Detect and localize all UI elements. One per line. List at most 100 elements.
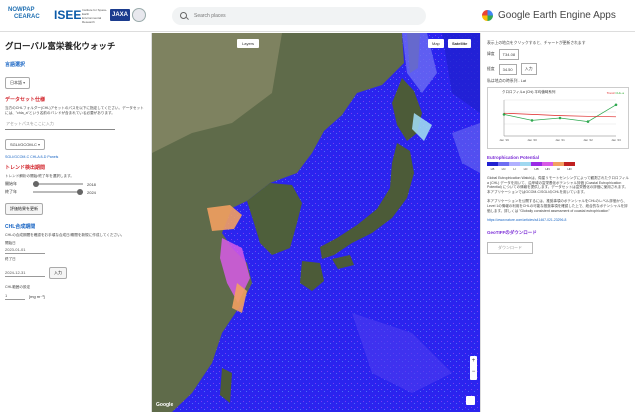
zoom-out-button[interactable]: − (470, 367, 477, 378)
fullscreen-button[interactable] (466, 396, 475, 405)
logo-nowpap-text: NOWPAP (8, 7, 35, 13)
geotiff-download-title: GeoTIFFのダウンロード (487, 230, 537, 236)
legend-label-LI: LI (513, 167, 516, 171)
chart-point (586, 120, 590, 123)
dataset-description: 当方のCHLフォルダー(CHL)アセットのパスを以下に指定してください。データセ… (5, 106, 144, 115)
chart-legend: Trend CHL-a (607, 91, 624, 95)
nowpap-cearac-logo[interactable]: NOWPAP CEARAC (8, 7, 48, 23)
legend-color-HN (542, 162, 553, 166)
eutrophication-legend-colors (487, 162, 629, 166)
end-date-label: 終了日 (5, 257, 16, 261)
jaxa-logo[interactable]: JAXA (110, 9, 130, 21)
end-date-input[interactable]: 2024-12-31 (5, 269, 45, 277)
legend-label-HB: HB (534, 167, 539, 171)
chl-threshold-input[interactable]: 1 (5, 292, 25, 300)
trend-description: トレンド解析の開始/終了年を選択します。 (5, 174, 74, 178)
chl-timeseries-chart: クロロフィルa (Chl) 平均値時系列 Trend CHL-a Jan '19… (487, 87, 629, 149)
lon-input[interactable]: 34.50 (498, 63, 517, 75)
legend-label-HI: HI (557, 167, 560, 171)
chart-x-tick-label: Jan '23 (611, 138, 621, 142)
chart-point (530, 119, 534, 122)
trend-section-title: トレンド検出期間 (5, 165, 46, 171)
start-date-input[interactable]: 2023-01-01 (5, 246, 45, 254)
description-paragraph-1: Global Eutrophication Watchは、衛星リモートセンシング… (487, 176, 629, 194)
lat-input[interactable]: T34.08 (498, 49, 520, 60)
right-panel: 表示上の地点をクリックすると、チャートが更新されます 緯度 T34.08 経度 … (480, 33, 635, 412)
slider-knob[interactable] (77, 189, 83, 195)
chart-plot: Jan '19 Jan '20 Jan '21 Jan '22 Jan '23 (499, 99, 621, 142)
apply-button[interactable]: 入力 (520, 63, 537, 75)
legend-label-LN: LN (501, 167, 506, 171)
language-select[interactable]: 日本語 (5, 77, 31, 89)
slider-knob[interactable] (33, 181, 39, 187)
chart-section-title: 私は地点の時系列 - Lat (487, 79, 527, 83)
legend-color-HI (553, 162, 564, 166)
end-date-row: 2024-12-31 入力 (5, 264, 146, 282)
asset-path-input[interactable]: アセットパスをここに入力 (5, 119, 115, 130)
legend-color-LD (520, 162, 531, 166)
end-year-value: 2024 (87, 189, 96, 195)
zoom-in-button[interactable]: + (470, 356, 477, 367)
app-header: NOWPAP CEARAC ISEE Institute for Space-E… (0, 0, 635, 32)
layers-button[interactable]: Layers (237, 39, 260, 48)
emblem-logo (132, 8, 146, 22)
evaluate-button[interactable]: 評価結果を更新 (5, 203, 43, 215)
legend-color-HB (531, 162, 542, 166)
chart-title: クロロフィルa (Chl) 平均値時系列 (502, 90, 556, 94)
legend-label-LD: LD (523, 167, 528, 171)
map-canvas[interactable] (152, 33, 480, 412)
language-section-title: 言語選択 (5, 62, 26, 68)
legend-color-LI (509, 162, 520, 166)
map-type-button[interactable]: Map (428, 39, 444, 48)
input-button[interactable]: 入力 (49, 267, 67, 279)
chart-point (558, 116, 562, 120)
search-placeholder: Search places (194, 13, 226, 19)
end-year-row: 終了年 2024 (5, 189, 146, 195)
isee-logo[interactable]: ISEE (54, 7, 82, 23)
logo-cearac-text: CEARAC (14, 14, 40, 20)
chart-x-tick-label: Jan '20 (527, 138, 537, 142)
asset-select[interactable]: SGLI/GCOM-C (5, 139, 46, 150)
asset-link[interactable]: SGLI/GCOM-C CHLA 8-D Panels (5, 155, 146, 159)
description-paragraph-2: 本アプリケーションを公開するには、推奨事項のポテンシャルをCHLのレベル評価から… (487, 199, 628, 213)
start-year-value: 2018 (87, 181, 96, 187)
intro-text: 表示上の地点をクリックすると、チャートが更新されます (487, 41, 586, 45)
isee-logo-subtext: Institute for Space-Earth Environmental … (82, 8, 108, 24)
zoom-control[interactable]: + − (470, 356, 477, 380)
eutrophication-legend-labels: LB LN LI LD HB HN HI HD (487, 167, 629, 171)
legend-color-LB (487, 162, 498, 166)
legend-label-HN: HN (545, 167, 550, 171)
start-year-label: 開始年 (5, 181, 17, 186)
lon-label: 経度 (487, 66, 495, 71)
legend-label-LB: LB (490, 167, 495, 171)
chl-section-title: CHL合成期間 (5, 224, 36, 230)
paper-link[interactable]: https://www.nature.com/articles/s41467-0… (487, 218, 629, 222)
satellite-type-button[interactable]: Satellite (448, 39, 472, 48)
isee-logo-text: ISEE (54, 8, 82, 22)
end-year-label: 終了年 (5, 189, 17, 194)
left-panel: グローバル富栄養化ウォッチ 言語選択 日本語 データセット仕様 当方のCHLフォ… (0, 33, 152, 412)
apps-title-text: Google Earth Engine Apps (498, 10, 616, 21)
chart-x-tick-label: Jan '22 (583, 138, 593, 142)
legend-color-LN (498, 162, 509, 166)
chl-threshold-row: 1 [mg m⁻³] (5, 292, 146, 300)
chart-x-tick-label: Jan '19 (499, 138, 509, 142)
lat-row: 緯度 T34.08 (487, 49, 629, 60)
search-icon (180, 12, 187, 19)
map-view[interactable]: Layers Map Satellite + − Google (152, 33, 480, 412)
search-input[interactable]: Search places (172, 7, 426, 25)
eutrophication-potential-title: Eutrophication Potential (487, 155, 540, 160)
end-year-slider[interactable] (33, 189, 83, 195)
dataset-section-title: データセット仕様 (5, 97, 46, 103)
chl-unit: [mg m⁻³] (29, 293, 45, 299)
chl-description: CHLの合成期間を確認をお手頃な合成日/期間を新規に作成してください。 (5, 233, 125, 237)
chart-x-tick-label: Jan '21 (555, 138, 565, 142)
legend-label-HD: HD (567, 167, 572, 171)
lon-row: 経度 34.50 入力 (487, 63, 629, 75)
earth-engine-apps-title[interactable]: Google Earth Engine Apps (482, 8, 616, 24)
start-year-slider[interactable] (33, 181, 83, 187)
start-year-row: 開始年 2018 (5, 181, 146, 187)
legend-chl: CHL-a (615, 91, 624, 95)
legend-trend: Trend (606, 91, 615, 95)
download-button[interactable]: ダウンロード (487, 242, 533, 255)
